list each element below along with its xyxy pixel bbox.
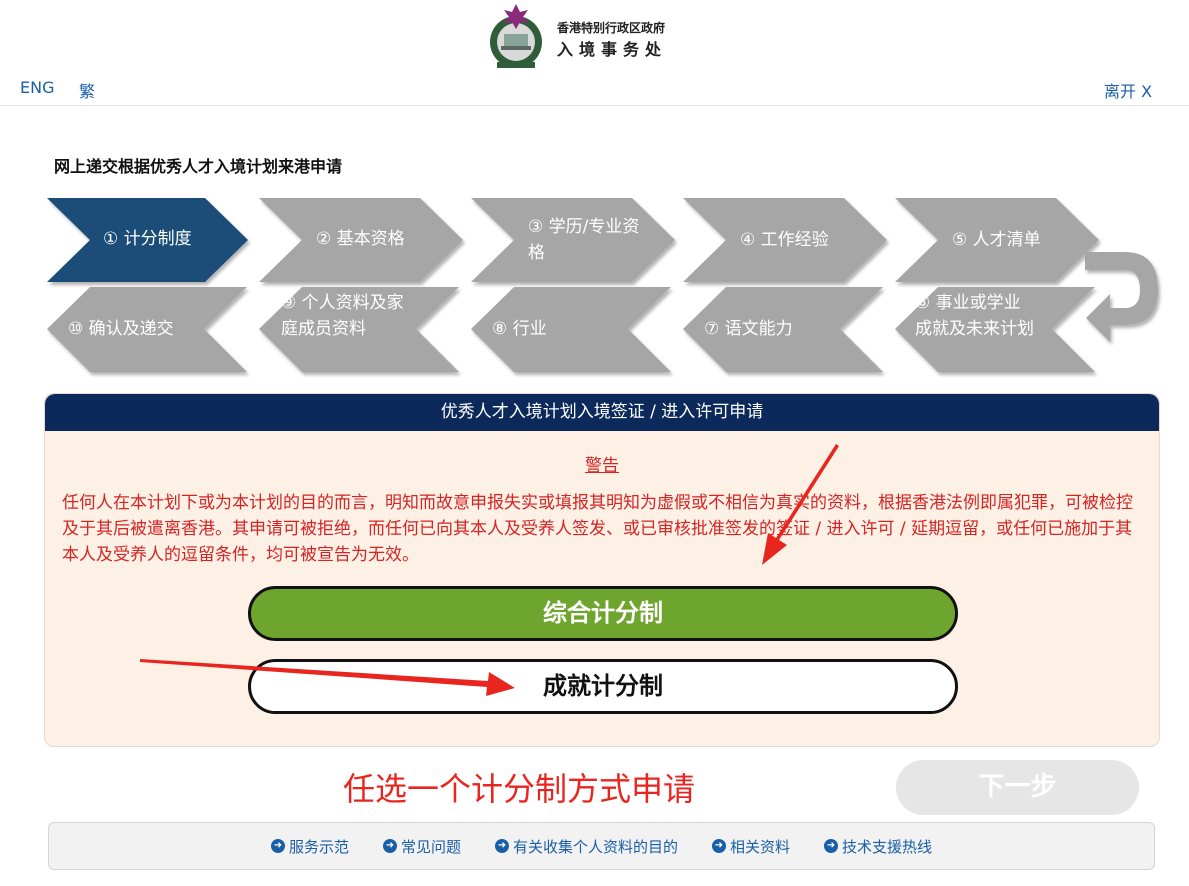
step-10-label[interactable]: ⑩ 确认及递交 — [68, 316, 174, 342]
application-panel: 优秀人才入境计划入境签证 / 进入许可申请 警告 任何人在本计划下或为本计划的目… — [44, 393, 1160, 747]
panel-heading: 优秀人才入境计划入境签证 / 进入许可申请 — [45, 394, 1159, 431]
step-5-label[interactable]: ⑤ 人才清单 — [952, 227, 1041, 253]
footer-link-tech-support-hotline[interactable]: ➜ 技术支援热线 — [824, 836, 932, 857]
department-name: 入境事务处 — [557, 40, 668, 59]
arrow-circle-icon: ➜ — [494, 839, 509, 853]
step-6-label[interactable]: ⑥ 事业或学业成就及未来计划 — [915, 290, 1035, 342]
comprehensive-points-test-button[interactable]: 综合计分制 — [248, 586, 958, 641]
footer-link-label: 服务示范 — [288, 837, 349, 856]
footer-link-label: 有关收集个人资料的目的 — [512, 837, 678, 856]
u-turn-arrow-icon — [1085, 252, 1158, 342]
step-9-label[interactable]: ⑨ 个人资料及家庭成员资料 — [281, 290, 405, 342]
arrow-circle-icon: ➜ — [824, 839, 839, 853]
footer-link-label: 常见问题 — [400, 837, 461, 856]
step-7-label[interactable]: ⑦ 语文能力 — [704, 316, 793, 342]
step-2-label[interactable]: ② 基本资格 — [316, 226, 405, 252]
step-1-label[interactable]: ① 计分制度 — [103, 226, 192, 252]
gov-name: 香港特别行政区政府 — [557, 21, 666, 35]
footer-link-service-demo[interactable]: ➜ 服务示范 — [270, 836, 349, 857]
language-english-link[interactable]: ENG — [20, 78, 54, 97]
site-header: 香港特别行政区政府 入境事务处 ENG 繁 离开 X — [0, 0, 1189, 106]
step-4-label[interactable]: ④ 工作经验 — [740, 227, 829, 253]
arrow-circle-icon: ➜ — [712, 839, 726, 853]
achievement-based-points-test-button[interactable]: 成就计分制 — [248, 659, 958, 714]
footer-link-data-collection-purpose[interactable]: ➜ 有关收集个人资料的目的 — [494, 836, 678, 857]
next-step-button[interactable]: 下一步 — [896, 760, 1139, 815]
immd-emblem-logo — [490, 4, 542, 68]
warning-text: 任何人在本计划下或为本计划的目的而言，明知而故意申报失实或填报其明知为虚假或不相… — [62, 493, 1133, 565]
step-3-label[interactable]: ③ 学历/专业资格 — [528, 214, 656, 266]
footer-link-faq[interactable]: ➜ 常见问题 — [382, 836, 461, 857]
arrow-circle-icon: ➜ — [382, 839, 397, 853]
leave-link[interactable]: 离开 X — [1104, 78, 1152, 102]
arrow-circle-icon: ➜ — [270, 839, 285, 853]
annotation-hint-text: 任选一个计分制方式申请 — [343, 770, 696, 808]
warning-title: 警告 — [585, 456, 619, 476]
footer-link-label: 技术支援热线 — [842, 837, 933, 856]
page-title: 网上递交根据优秀人才入境计划来港申请 — [54, 157, 343, 176]
footer-links-bar: ➜ 服务示范 ➜ 常见问题 ➜ 有关收集个人资料的目的 ➜ 相关资料 ➜ 技术支… — [48, 822, 1155, 870]
footer-link-related-info[interactable]: ➜ 相关资料 — [712, 836, 790, 857]
footer-link-label: 相关资料 — [730, 837, 791, 856]
step-8-label[interactable]: ⑧ 行业 — [492, 316, 547, 342]
language-traditional-link[interactable]: 繁 — [79, 78, 95, 102]
